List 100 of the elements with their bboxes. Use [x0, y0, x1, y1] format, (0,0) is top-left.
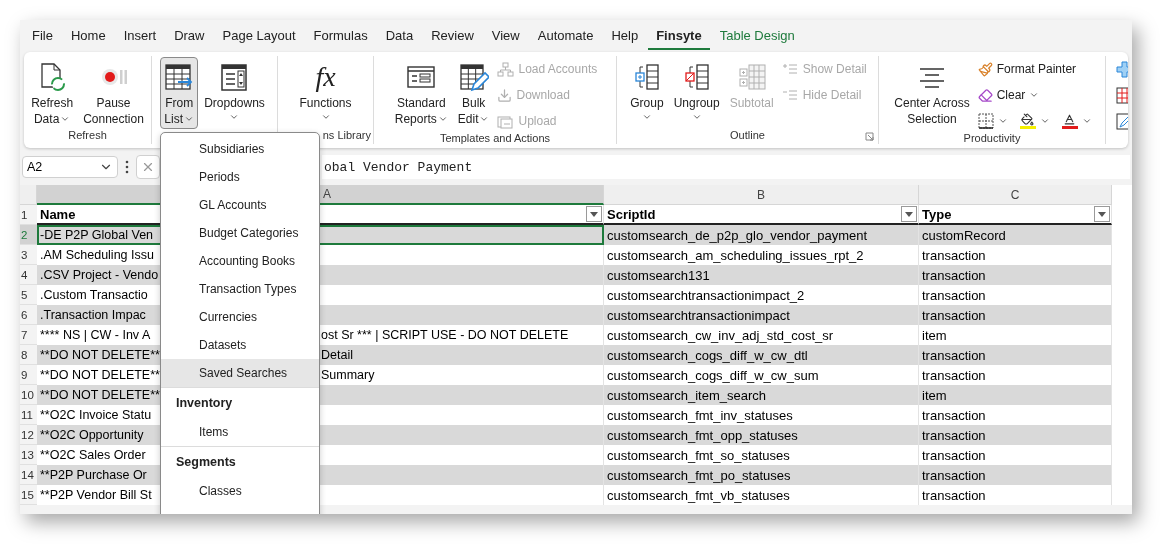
- ribbon-button[interactable]: Standard Reports: [390, 57, 452, 129]
- upload-icon: [497, 113, 515, 129]
- eraser-icon: [977, 87, 993, 103]
- ribbon-button[interactable]: Dropdowns: [200, 57, 269, 129]
- ribbon-tab[interactable]: Review: [423, 22, 482, 50]
- row-number[interactable]: 14: [20, 465, 37, 485]
- filter-button[interactable]: [1094, 206, 1110, 222]
- menu-item[interactable]: Subsidiaries: [161, 135, 319, 163]
- table-cell: customsearch_cogs_diff_w_cw_dtl: [604, 345, 919, 365]
- ribbon-tab[interactable]: Data: [377, 22, 422, 50]
- ribbon-button[interactable]: Ungroup: [669, 57, 724, 129]
- ribbon-tab[interactable]: Page Layout: [214, 22, 304, 50]
- table-cell: customsearchtransactionimpact_2: [604, 285, 919, 305]
- cancel-button[interactable]: [136, 155, 160, 179]
- row-number[interactable]: 11: [20, 405, 37, 425]
- column-header[interactable]: B: [604, 185, 919, 205]
- row-number[interactable]: 15: [20, 485, 37, 505]
- column-header[interactable]: C: [919, 185, 1112, 205]
- row-number[interactable]: 13: [20, 445, 37, 465]
- table-cell: customsearchtransactionimpact: [604, 305, 919, 325]
- menu-item[interactable]: Transaction Types: [161, 275, 319, 303]
- ribbon-tab[interactable]: Formulas: [305, 22, 376, 50]
- table-cell: transaction: [919, 445, 1112, 465]
- cell-text: **P2P Purchase Or: [39, 468, 148, 482]
- menu-item[interactable]: Classes: [161, 477, 319, 505]
- row-number[interactable]: 7: [20, 325, 37, 345]
- row-number[interactable]: 4: [20, 265, 37, 285]
- cell-text: .Transaction Impac: [39, 308, 147, 322]
- caret-icon: [1098, 211, 1106, 217]
- row-number[interactable]: 1: [20, 205, 37, 225]
- ribbon-button[interactable]: Bulk Edit: [453, 57, 494, 129]
- table-pencil-icon: [458, 62, 489, 92]
- ribbon-button[interactable]: From List: [160, 57, 199, 129]
- ribbon-tab[interactable]: Insert: [115, 22, 165, 50]
- cell-text: **DO NOT DELETE**: [39, 368, 160, 382]
- table-cell: customsearch_am_scheduling_issues_rpt_2: [604, 245, 919, 265]
- font-color-icon: [1061, 113, 1078, 129]
- row-number[interactable]: 10: [20, 385, 37, 405]
- ribbon-tab[interactable]: File: [24, 22, 61, 50]
- ribbon-icon-button[interactable]: [1113, 58, 1128, 80]
- filter-button[interactable]: [586, 206, 602, 222]
- table-cell: customsearch_fmt_so_statuses: [604, 445, 919, 465]
- group-label: Templates and Actions: [438, 132, 552, 144]
- dialog-launcher-icon[interactable]: [865, 132, 874, 141]
- ribbon-tab[interactable]: Automate: [529, 22, 602, 50]
- cell-text: **O2C Invoice Statu: [39, 408, 153, 422]
- ribbon-button[interactable]: Pause Connection: [79, 57, 148, 129]
- ribbon-button[interactable]: Refresh Data: [27, 57, 78, 129]
- cell-text: ost Sr *** | SCRIPT USE - DO NOT DELETE: [321, 328, 570, 342]
- table-cell: transaction: [919, 285, 1112, 305]
- group-label: ns Library: [321, 129, 372, 143]
- ribbon-button[interactable]: Center Across Selection: [890, 57, 974, 129]
- formula-field[interactable]: obal Vendor Payment: [322, 155, 1130, 179]
- ribbon-tab[interactable]: Home: [62, 22, 114, 50]
- table-cell: transaction: [919, 345, 1112, 365]
- ribbon-icon-button[interactable]: [1113, 84, 1128, 106]
- row-number[interactable]: 12: [20, 425, 37, 445]
- row-number[interactable]: 6: [20, 305, 37, 325]
- ribbon-icon-button[interactable]: [1113, 110, 1128, 132]
- menu-item[interactable]: Saved Searches: [161, 359, 319, 387]
- filter-button[interactable]: [901, 206, 917, 222]
- fill-color-icon: [1019, 113, 1036, 129]
- cross-shape-icon: [1115, 60, 1128, 78]
- ribbon-tab[interactable]: Draw: [166, 22, 213, 50]
- row-number[interactable]: 8: [20, 345, 37, 365]
- table-cell: transaction: [919, 405, 1112, 425]
- row-number[interactable]: 9: [20, 365, 37, 385]
- ribbon-tab[interactable]: Table Design: [711, 22, 803, 50]
- table-cell: transaction: [919, 305, 1112, 325]
- table-cell: transaction: [919, 425, 1112, 445]
- ribbon-button[interactable]: Clear: [975, 84, 1094, 106]
- menu-item[interactable]: Currencies: [161, 303, 319, 331]
- caret-icon: [905, 211, 913, 217]
- table-cell: transaction: [919, 365, 1112, 385]
- cell-text: **O2C Opportunity: [39, 428, 145, 442]
- ribbon-tab[interactable]: Finsyte: [648, 22, 710, 50]
- ribbon-tab[interactable]: View: [483, 22, 528, 50]
- row-number[interactable]: 2: [20, 225, 37, 245]
- group-label: Outline: [729, 129, 766, 143]
- close-icon: [141, 160, 155, 174]
- name-box[interactable]: A2: [22, 156, 118, 178]
- caret-icon: [590, 211, 598, 217]
- table-cell: customsearch_cogs_diff_w_cw_sum: [604, 365, 919, 385]
- table-cell: customsearch_fmt_inv_statuses: [604, 405, 919, 425]
- table-cell: customsearch_fmt_opp_statuses: [604, 425, 919, 445]
- ribbon-tab[interactable]: Help: [603, 22, 647, 50]
- hierarchy-icon: [497, 61, 515, 77]
- menu-item[interactable]: Accounting Books: [161, 247, 319, 275]
- row-number[interactable]: 3: [20, 245, 37, 265]
- ribbon-button[interactable]: fx Functions: [295, 57, 356, 129]
- download-icon: [497, 87, 513, 103]
- ribbon-button[interactable]: Format Painter: [975, 58, 1094, 80]
- cell-text: .AM Scheduling Issu: [39, 248, 155, 262]
- row-number[interactable]: 5: [20, 285, 37, 305]
- ribbon-button[interactable]: Group: [626, 57, 668, 129]
- table-cell: transaction: [919, 245, 1112, 265]
- subtotal-grid-icon: [736, 62, 767, 92]
- menu-item[interactable]: Items: [161, 418, 319, 446]
- menu-item[interactable]: Datasets: [161, 331, 319, 359]
- minus-lines-icon: [781, 88, 799, 102]
